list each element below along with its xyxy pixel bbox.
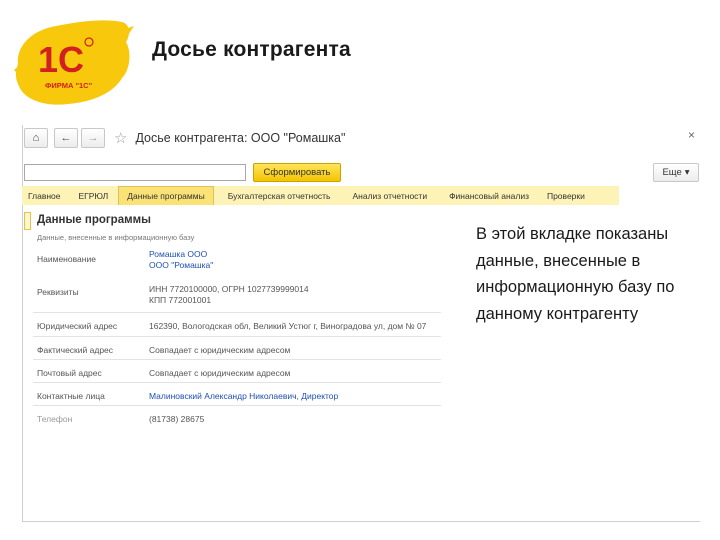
chevron-down-icon: ▾ [684, 167, 690, 178]
divider [33, 382, 441, 383]
row-label-requisites: Реквизиты [37, 287, 79, 297]
row-value-requisites: ИНН 7720100000, ОГРН 1027739999014 КПП 7… [149, 284, 309, 305]
divider [33, 336, 441, 337]
back-button[interactable]: ← [54, 128, 78, 148]
row-label-legal-address: Юридический адрес [37, 321, 118, 331]
home-icon: ⌂ [32, 132, 40, 144]
search-input[interactable] [24, 164, 246, 181]
home-button[interactable]: ⌂ [24, 128, 48, 148]
generate-button[interactable]: Сформировать [253, 163, 341, 182]
more-button[interactable]: Еще ▾ [653, 163, 699, 182]
svg-text:ФИРМА "1С": ФИРМА "1С" [45, 81, 93, 90]
row-label-name: Наименование [37, 254, 96, 264]
tab-reports-analysis[interactable]: Анализ отчетности [331, 186, 428, 205]
row-label-actual-address: Фактический адрес [37, 345, 114, 355]
tab-egrul[interactable]: ЕГРЮЛ [66, 186, 118, 205]
more-label: Еще [662, 167, 682, 178]
tab-accounting-reports[interactable]: Бухгалтерская отчетность [214, 186, 331, 205]
forward-button[interactable]: → [81, 128, 105, 148]
callout-text: В этой вкладке показаны данные, внесенны… [476, 225, 675, 323]
row-value-name[interactable]: Ромашка ООО ООО "Ромашка" [149, 249, 213, 271]
favorite-star-icon[interactable]: ☆ [114, 131, 127, 146]
row-label-postal-address: Почтовый адрес [37, 368, 102, 378]
window-title: Досье контрагента: ООО "Ромашка" [135, 131, 346, 145]
divider [33, 359, 441, 360]
row-value-postal-address: Совпадает с юридическим адресом [149, 368, 291, 378]
window-toolbar: ⌂ ← → ☆ Досье контрагента: ООО "Ромашка" [24, 127, 345, 149]
row-value-legal-address: 162390, Вологодская обл, Великий Устюг г… [149, 321, 427, 331]
row-label-contacts: Контактные лица [37, 391, 105, 401]
tab-bar: Главное ЕГРЮЛ Данные программы Бухгалтер… [22, 186, 619, 205]
tab-main[interactable]: Главное [22, 186, 66, 205]
section-subtitle: Данные, внесенные в информационную базу [37, 233, 195, 242]
divider [33, 405, 441, 406]
tab-checks[interactable]: Проверки [529, 186, 585, 205]
row-value-contacts[interactable]: Малиновский Александр Николаевич, Директ… [149, 391, 338, 402]
section-title: Данные программы [37, 214, 151, 226]
section-marker [24, 212, 31, 230]
tab-program-data[interactable]: Данные программы [118, 186, 214, 205]
tab-financial-analysis[interactable]: Финансовый анализ [427, 186, 529, 205]
row-value-phone: (81738) 28675 [149, 414, 205, 424]
row-value-actual-address: Совпадает с юридическим адресом [149, 345, 291, 355]
arrow-left-icon: ← [60, 132, 72, 144]
firma-1c-logo: 1C ФИРМА "1С" [14, 20, 134, 105]
svg-text:1C: 1C [38, 39, 84, 80]
close-icon[interactable]: × [688, 128, 695, 142]
arrow-right-icon: → [87, 132, 99, 144]
row-label-phone: Телефон [37, 414, 73, 424]
slide-title: Досье контрагента [152, 38, 351, 61]
divider [33, 312, 441, 313]
